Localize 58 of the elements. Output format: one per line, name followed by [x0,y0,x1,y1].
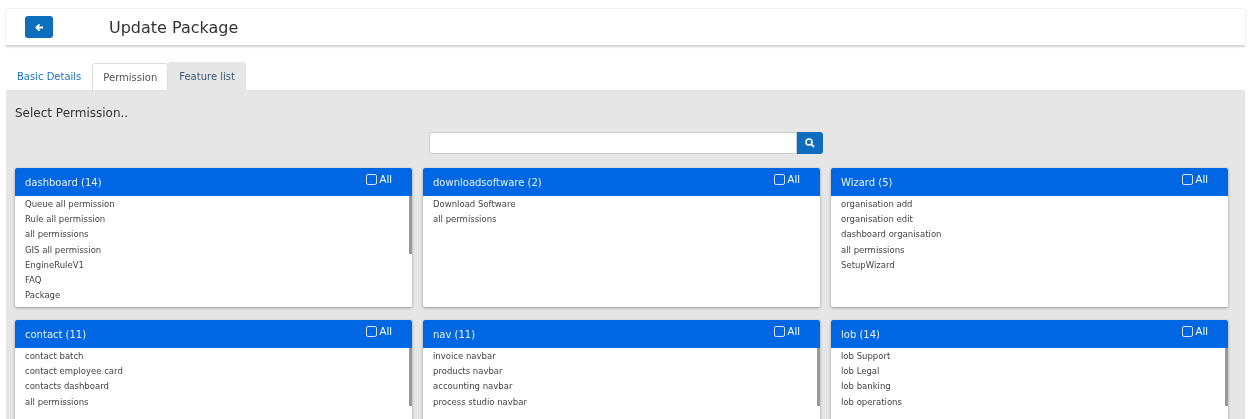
search-field[interactable] [428,132,797,154]
group-title: dashboard (14) [25,176,102,188]
page-title: Update Package [109,17,239,37]
back-arrow-icon [34,22,44,32]
select-all-checkbox[interactable] [773,325,785,337]
scrollbar[interactable] [817,348,820,406]
select-all-checkbox[interactable] [365,173,377,185]
select-all-label: All [787,325,800,337]
scrollbar[interactable] [1225,348,1228,406]
back-button[interactable] [25,16,53,38]
search-icon [804,138,815,148]
select-all-checkbox[interactable] [365,325,377,337]
permission-item[interactable]: lob banking [831,379,1228,395]
permission-item[interactable]: contacts dashboard [15,379,412,395]
group-title: contact (11) [25,328,87,340]
select-all-label: All [1195,325,1208,337]
group-title: downloadsoftware (2) [433,176,542,188]
permission-item[interactable]: invoice navbar [423,349,820,365]
tab[interactable]: Permission [92,63,169,90]
permission-item[interactable]: Queue all permission [15,197,412,213]
select-all-label: All [1195,173,1208,185]
select-all-checkbox[interactable] [773,173,785,185]
permission-item[interactable]: all permissions [15,227,412,243]
search-button[interactable] [796,132,823,154]
permission-item[interactable]: lob Legal [831,364,1228,380]
permission-item[interactable]: contact batch [15,349,412,365]
permission-item[interactable]: process studio navbar [423,394,820,410]
permission-item[interactable]: FAQ [15,273,412,289]
select-all-label: All [379,173,392,185]
permission-item[interactable]: dashboard organisation [831,227,1228,243]
section-title: Select Permission.. [15,106,130,120]
permission-item[interactable]: organisation edit [831,212,1228,228]
permission-item[interactable]: products navbar [423,364,820,380]
permission-item[interactable]: organisation add [831,197,1228,213]
permission-item[interactable]: accounting navbar [423,379,820,395]
group-title: Wizard (5) [841,176,893,188]
permission-item[interactable]: GIS all permission [15,242,412,258]
group-title: nav (11) [433,328,476,340]
select-all-label: All [379,325,392,337]
permission-item[interactable]: all permissions [423,212,820,228]
permission-item[interactable]: contact employee card [15,364,412,380]
permission-item[interactable]: SetupWizard [831,257,1228,273]
permission-item[interactable]: all permissions [15,394,412,410]
permission-item[interactable]: EngineRuleV1 [15,257,412,273]
select-all-label: All [787,173,800,185]
tab[interactable]: Basic Details [6,63,93,90]
permission-item[interactable]: lob operations [831,394,1228,410]
tab[interactable]: Feature list [168,62,246,90]
permission-item[interactable]: Package [15,288,412,304]
permission-item[interactable]: all permissions [831,242,1228,258]
scrollbar[interactable] [409,196,412,254]
select-all-checkbox[interactable] [1181,173,1193,185]
scrollbar[interactable] [409,348,412,406]
permission-item[interactable]: Download Software [423,197,820,213]
group-title: lob (14) [841,328,880,340]
permission-item[interactable]: lob Support [831,349,1228,365]
permission-item[interactable]: Rule all permission [15,212,412,228]
select-all-checkbox[interactable] [1181,325,1193,337]
